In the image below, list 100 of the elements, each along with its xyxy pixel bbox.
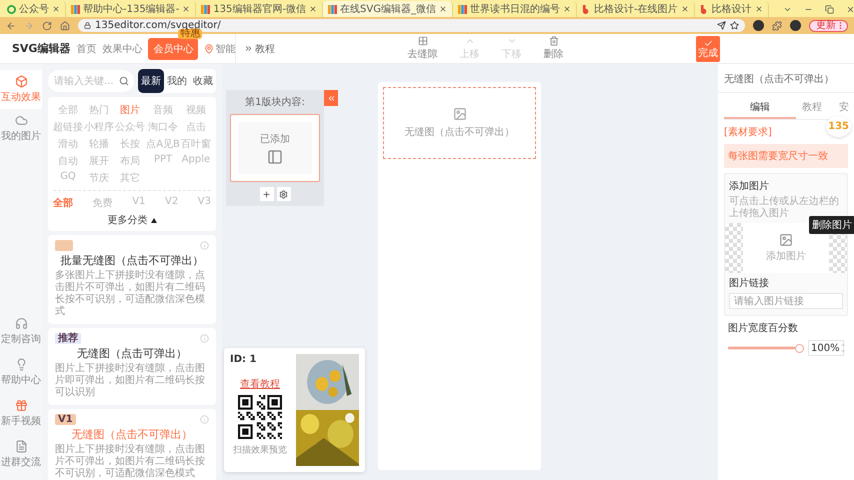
number-field[interactable]: 100%: [808, 340, 844, 356]
tab-title: 帮助中心-135编辑器-: [83, 2, 180, 16]
tag: V1: [55, 414, 76, 424]
filter-link[interactable]: V3: [198, 196, 211, 210]
category-link[interactable]: 节庆: [84, 171, 114, 185]
sidebar-label: 进群交流: [1, 456, 41, 469]
sidebar-item[interactable]: 互动效果: [0, 70, 42, 109]
nav-link[interactable]: 首页: [76, 42, 96, 56]
input-field[interactable]: 请输入图片链接: [729, 293, 843, 309]
category-link[interactable]: 小程序: [84, 120, 114, 134]
category-link[interactable]: 自动: [53, 154, 83, 168]
category-link[interactable]: 点A见B: [146, 137, 180, 151]
sidebar-item[interactable]: 我的图片: [0, 109, 42, 148]
puzzle-icon[interactable]: [772, 20, 782, 30]
sidebar-label: 我的图片: [1, 130, 41, 143]
close-icon[interactable]: [846, 4, 854, 14]
category-link[interactable]: 公众号: [115, 120, 146, 134]
done-button[interactable]: 完成: [696, 36, 720, 62]
send-icon[interactable]: [717, 21, 726, 30]
chevrons-left-icon: [326, 94, 336, 102]
close-icon[interactable]: [754, 5, 763, 13]
category-link[interactable]: 图片: [115, 103, 146, 117]
logo-icon: [458, 4, 467, 14]
category-link[interactable]: GQ: [53, 171, 83, 185]
sidebar-item[interactable]: 定制咨询: [0, 312, 42, 351]
card-description: 图片上下拼接时没有缝隙，点击图片即可弹出，如图片有二维码长按可以识别: [55, 363, 206, 399]
category-link[interactable]: 超链接: [53, 120, 83, 134]
add-button[interactable]: [260, 187, 274, 201]
toolbar-button[interactable]: 去缝隙: [408, 36, 438, 61]
member-button[interactable]: 会员中心: [148, 38, 198, 60]
sidebar-item[interactable]: 新手视频: [0, 394, 42, 433]
effect-card[interactable]: 批量无缝图（点击不可弹出） 多张图片上下拼接时没有缝隙，点击图片不可弹出，如图片有二维码长按不可识别，可适配微信深色模式: [48, 235, 216, 324]
category-link[interactable]: 滑动: [53, 137, 83, 151]
qr-code: [238, 395, 282, 439]
category-link[interactable]: 百叶窗: [180, 137, 211, 151]
filter-link[interactable]: 免费: [92, 196, 113, 210]
search-icon[interactable]: [119, 76, 129, 86]
star-icon[interactable]: [730, 21, 739, 30]
close-icon[interactable]: [438, 5, 447, 13]
tutorial-link[interactable]: 查看教程: [240, 377, 280, 391]
more-categories-link[interactable]: 更多分类: [108, 213, 156, 227]
library-tab[interactable]: 收藏: [190, 69, 216, 93]
category-link[interactable]: 热门: [84, 103, 114, 117]
logo-icon: [582, 4, 591, 14]
tab-title: 比格设计: [712, 2, 752, 16]
filter-link[interactable]: V1: [132, 196, 146, 210]
category-link[interactable]: 视频: [180, 103, 211, 117]
document-icon: [14, 440, 28, 453]
category-link[interactable]: 全部: [53, 103, 83, 117]
toolbar-button[interactable]: 删除: [544, 36, 564, 61]
close-icon[interactable]: [680, 5, 689, 13]
collapse-button[interactable]: [324, 90, 338, 106]
library-tab[interactable]: 最新: [138, 69, 164, 93]
home-icon[interactable]: [60, 20, 70, 30]
extension-icon[interactable]: [753, 20, 764, 31]
logo-icon: [700, 4, 709, 14]
category-link[interactable]: Apple: [180, 154, 211, 168]
category-link[interactable]: 其它: [115, 171, 146, 185]
nav-link[interactable]: 效果中心: [102, 42, 142, 56]
category-link[interactable]: 轮播: [84, 137, 114, 151]
chevrons-right-icon: [244, 44, 253, 53]
settings-button[interactable]: [276, 187, 290, 201]
panel-tab[interactable]: 编辑: [724, 98, 796, 119]
nav-link[interactable]: 智能: [204, 42, 236, 56]
category-link[interactable]: 淘口令: [146, 120, 180, 134]
sidebar-item[interactable]: 帮助中心: [0, 353, 42, 392]
sidebar-item[interactable]: 进群交流: [0, 435, 42, 474]
filter-link[interactable]: 全部: [53, 196, 73, 210]
close-icon[interactable]: [52, 5, 60, 13]
panel-tab[interactable]: 教程: [796, 98, 828, 119]
effect-card[interactable]: 推荐 无缝图（点击可弹出） 图片上下拼接时没有缝隙，点击图片即可弹出，如图片有二维码长按可以识别: [48, 328, 216, 405]
category-link[interactable]: 点击: [180, 120, 211, 134]
slider-thumb[interactable]: [795, 344, 804, 352]
update-button[interactable]: 更新: [809, 20, 848, 32]
reload-icon[interactable]: [42, 20, 52, 30]
filter-link[interactable]: V2: [164, 196, 178, 210]
category-link[interactable]: 音频: [146, 103, 180, 117]
category-link[interactable]: 长按: [115, 137, 146, 151]
profile-avatar[interactable]: [790, 20, 801, 31]
tab-title: 世界读书日混的编号: [470, 2, 560, 16]
close-icon[interactable]: [309, 5, 318, 13]
promo-badge: 特惠: [178, 28, 202, 38]
category-link[interactable]: 展开: [84, 154, 114, 168]
panel-tab[interactable]: 安: [828, 98, 854, 119]
effect-card[interactable]: V1 无缝图（点击不可弹出） 图片上下拼接时没有缝隙，点击图片不可弹出，如图片有二维码长按不可识别，可适配微信深色模式: [48, 409, 216, 480]
floating-logo[interactable]: 135: [826, 116, 851, 137]
close-icon[interactable]: [562, 5, 571, 13]
restore-icon[interactable]: [824, 4, 834, 14]
library-tab[interactable]: 我的: [164, 69, 190, 93]
category-link[interactable]: PPT: [146, 154, 180, 168]
close-icon[interactable]: [182, 5, 190, 13]
card-title: 无缝图（点击不可弹出）: [70, 427, 194, 442]
tutorial-link[interactable]: 教程: [244, 42, 275, 56]
image-placeholder[interactable]: 无缝图（点击不可弹出）: [383, 87, 536, 159]
block-item[interactable]: 已添加: [230, 114, 320, 182]
search-field[interactable]: 请输入关键...: [48, 70, 134, 92]
block-item-label: 已添加: [260, 132, 290, 146]
category-link[interactable]: 布局: [115, 154, 146, 168]
back-icon[interactable]: [6, 20, 16, 30]
browser-tab[interactable]: 在线SVG编辑器_微信: [323, 1, 453, 17]
